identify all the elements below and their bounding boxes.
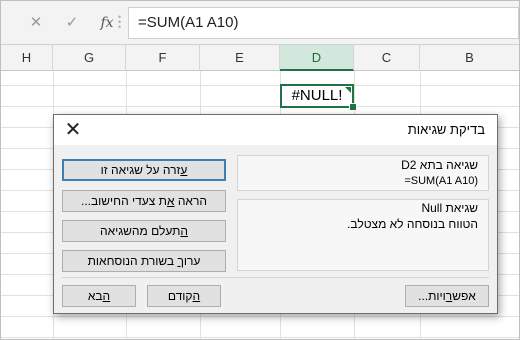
error-indicator-icon — [345, 87, 351, 93]
error-description: הטווח בנוסחה לא מצטלב. — [347, 217, 478, 231]
dialog-titlebar: ✕ בדיקת שגיאות — [54, 115, 497, 145]
enter-icon[interactable]: ✓ — [64, 13, 80, 33]
error-checking-dialog: ✕ בדיקת שגיאות עזרה על שגיאה זו הראה את … — [53, 114, 498, 314]
dialog-title: בדיקת שגיאות — [407, 122, 485, 137]
active-cell-d2[interactable]: #NULL! — [280, 84, 357, 111]
column-header-g[interactable]: G — [53, 45, 126, 71]
previous-button[interactable]: הקודם — [147, 285, 221, 307]
column-header-d[interactable]: D — [280, 45, 354, 71]
column-header-f[interactable]: F — [126, 45, 200, 71]
cancel-icon[interactable]: ✕ — [28, 13, 44, 33]
column-header-c[interactable]: C — [354, 45, 420, 71]
help-on-error-button[interactable]: עזרה על שגיאה זו — [62, 159, 226, 181]
column-header-row: H G F E D C B — [1, 45, 519, 71]
divider — [62, 277, 489, 278]
error-type-title: שגיאת Null — [421, 201, 478, 215]
column-header-e[interactable]: E — [200, 45, 280, 71]
formula-input[interactable]: =SUM(A1 A10) — [128, 7, 519, 39]
column-header-b[interactable]: B — [420, 45, 519, 71]
excel-window: ✕ ✓ fx ••• =SUM(A1 A10) H G F E D C B — [0, 0, 520, 340]
edit-in-formula-bar-button[interactable]: ערוך בשורת הנוסחאות — [62, 250, 226, 272]
insert-function-icon[interactable]: fx — [97, 13, 117, 33]
ignore-error-button[interactable]: התעלם מהשגיאה — [62, 220, 226, 242]
show-calculation-steps-button[interactable]: הראה את צעדי החישוב... — [62, 190, 226, 212]
options-button[interactable]: אפשרויות... — [405, 285, 489, 307]
error-description-panel: שגיאת Null הטווח בנוסחה לא מצטלב. — [237, 199, 489, 271]
error-cell-formula: =SUM(A1 A10) — [404, 175, 478, 187]
error-location-panel: שגיאה בתא D2 =SUM(A1 A10) — [237, 155, 489, 191]
formula-bar: ✕ ✓ fx • • • =SUM(A1 A10) — [1, 1, 519, 45]
close-icon[interactable]: ✕ — [63, 120, 83, 140]
error-cell-label: שגיאה בתא D2 — [401, 158, 478, 172]
column-header-h[interactable]: H — [1, 45, 53, 71]
next-button[interactable]: הבא — [62, 285, 136, 307]
cell-value: #NULL! — [291, 87, 343, 104]
formula-bar-resize-handle[interactable]: • • • — [118, 13, 122, 32]
